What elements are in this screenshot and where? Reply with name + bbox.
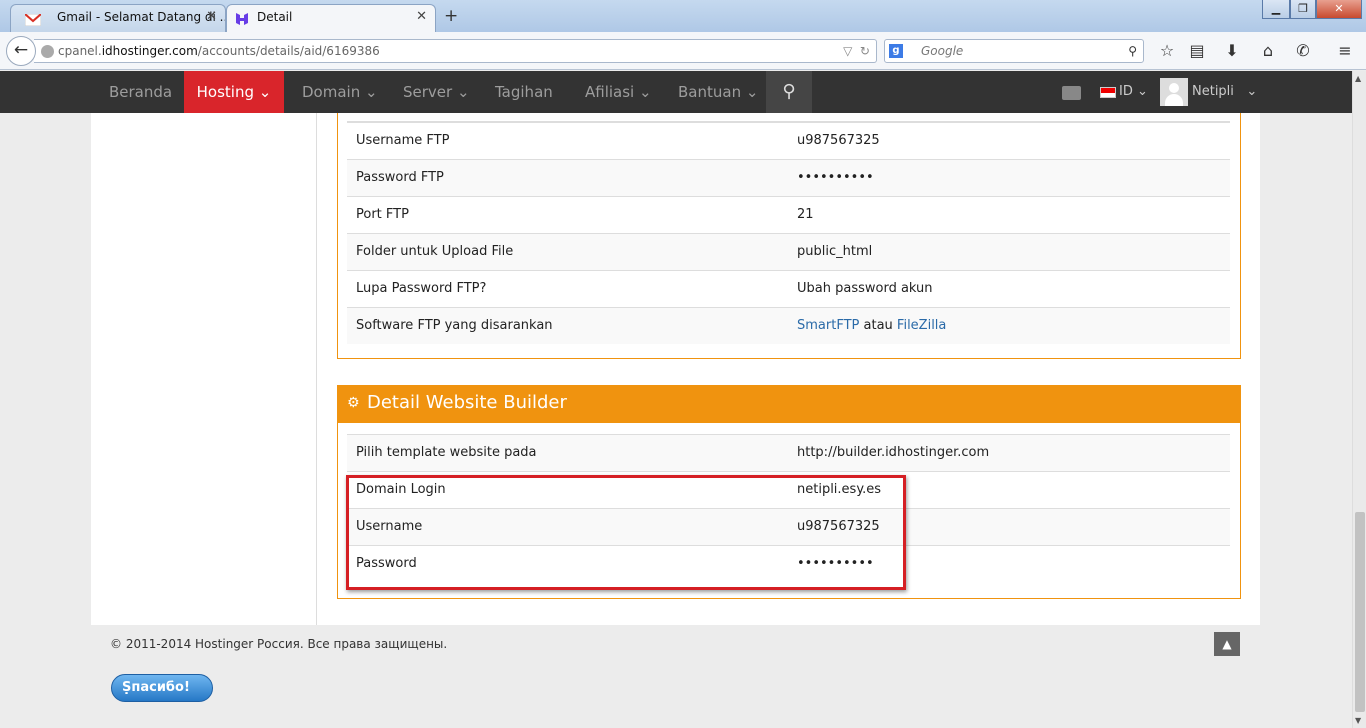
row-label: Lupa Password FTP? (356, 281, 487, 296)
row-label: Pilih template website pada (356, 445, 537, 460)
spasibo-badge[interactable]: Ṣпасибо! (111, 674, 213, 702)
url-domain: idhostinger.com (101, 44, 198, 58)
url-path: /accounts/details/aid/6169386 (197, 44, 380, 58)
row-value: u987567325 (797, 133, 880, 148)
nav-beranda[interactable]: Beranda (109, 71, 172, 113)
filezilla-link[interactable]: FileZilla (897, 318, 946, 333)
table-row: Pilih template website pada http://builde… (347, 434, 1230, 471)
bookmark-star-icon[interactable]: ☆ (1156, 41, 1178, 60)
site-navbar: Beranda Hosting ⌄ Domain ⌄ Server ⌄ Tagi… (0, 71, 1352, 120)
tab-detail[interactable]: Detail ✕ (226, 4, 436, 32)
browser-tab-bar: Gmail - Selamat Datang di ... ✕ Detail ✕… (0, 0, 1366, 32)
minimize-button[interactable]: ▁ (1262, 0, 1290, 19)
table-row: Username FTP u987567325 (347, 122, 1230, 159)
back-button[interactable]: ← (6, 36, 36, 66)
table-row: Password FTP •••••••••• (347, 159, 1230, 196)
search-placeholder: Google (921, 44, 964, 58)
row-value: public_html (797, 244, 873, 259)
scroll-up-icon[interactable]: ▲ (1355, 74, 1361, 83)
chevron-down-icon: ⌄ (639, 83, 652, 101)
nav-label: Tagihan (495, 83, 553, 101)
bookmarks-list-icon[interactable]: ▤ (1186, 41, 1208, 60)
nav-label: Bantuan (678, 83, 742, 101)
table-row: Folder untuk Upload File public_html (347, 233, 1230, 270)
nav-label: Afiliasi (585, 83, 635, 101)
menu-icon[interactable]: ≡ (1334, 41, 1356, 60)
row-value: SmartFTP atau FileZilla (797, 308, 946, 344)
smartftp-link[interactable]: SmartFTP (797, 318, 859, 333)
change-password-link[interactable]: Ubah password akun (797, 271, 933, 307)
globe-icon (41, 45, 54, 58)
mail-icon[interactable] (1062, 86, 1081, 100)
indonesia-flag-icon (1100, 87, 1116, 98)
reload-icon[interactable]: ▽ ↻ (843, 40, 870, 62)
row-value: 21 (797, 207, 814, 222)
nav-afiliasi[interactable]: Afiliasi ⌄ (585, 71, 652, 113)
url-prefix: cpanel. (58, 44, 102, 58)
google-icon: g (889, 44, 903, 58)
nav-tagihan[interactable]: Tagihan (495, 71, 553, 113)
language-selector[interactable]: ID ⌄ (1119, 71, 1148, 113)
search-input[interactable]: g Google ⚲ (884, 39, 1144, 63)
nav-hosting[interactable]: Hosting ⌄ (184, 71, 284, 120)
close-tab-icon[interactable]: ✕ (416, 5, 427, 29)
scroll-down-icon[interactable]: ▼ (1355, 716, 1361, 725)
table-row: Software FTP yang disarankan SmartFTP ata… (347, 307, 1230, 344)
nav-bantuan[interactable]: Bantuan ⌄ (678, 71, 758, 113)
row-value: •••••••••• (797, 170, 874, 185)
new-tab-button[interactable]: + (444, 6, 458, 26)
row-label: Port FTP (356, 207, 409, 222)
tab-title: Gmail - Selamat Datang di ... (57, 10, 226, 24)
close-window-button[interactable]: ✕ (1316, 0, 1362, 19)
nav-label: Domain (302, 83, 361, 101)
panel-title: Detail Website Builder (367, 392, 567, 413)
gmail-icon (24, 10, 42, 27)
highlight-box (346, 475, 906, 590)
chevron-down-icon: ⌄ (365, 83, 378, 101)
gears-icon: ⚙ (347, 395, 360, 411)
table-row: Port FTP 21 (347, 196, 1230, 233)
builder-link[interactable]: http://builder.idhostinger.com (797, 435, 989, 471)
chevron-down-icon: ⌄ (456, 83, 470, 101)
sidebar (91, 113, 317, 625)
search-icon[interactable]: ⚲ (1128, 40, 1137, 62)
footer-copyright: © 2011-2014 Hostinger Россия. Все права … (110, 637, 448, 651)
username-label: Netipli (1192, 84, 1234, 99)
language-label: ID (1119, 84, 1133, 99)
search-icon[interactable]: ⚲ (766, 71, 812, 113)
nav-domain[interactable]: Domain ⌄ (302, 71, 378, 113)
row-label: Password FTP (356, 170, 444, 185)
panel-header: ⚙ Detail Website Builder (337, 385, 1241, 423)
close-tab-icon[interactable]: ✕ (206, 5, 217, 29)
home-icon[interactable]: ⌂ (1257, 41, 1279, 60)
separator-text: atau (863, 318, 893, 333)
row-label: Username FTP (356, 133, 450, 148)
chevron-down-icon: ⌄ (1137, 84, 1148, 99)
scroll-to-top-button[interactable]: ▲ (1214, 632, 1240, 656)
nav-server[interactable]: Server ⌄ (403, 71, 470, 113)
nav-label: Hosting (196, 83, 254, 101)
chevron-down-icon: ⌄ (258, 83, 272, 101)
maximize-button[interactable]: ❐ (1290, 0, 1316, 19)
page-scrollbar[interactable]: ▲ ▼ (1352, 71, 1366, 728)
tab-title: Detail (257, 10, 293, 24)
download-icon[interactable]: ⬇ (1221, 41, 1243, 60)
nav-label: Beranda (109, 83, 173, 101)
nav-label: Server (403, 83, 453, 101)
hostinger-icon (235, 10, 251, 25)
scroll-thumb[interactable] (1355, 512, 1365, 712)
url-bar[interactable]: cpanel.idhostinger.com/accounts/details/… (34, 39, 877, 63)
avatar[interactable] (1160, 78, 1188, 106)
tab-gmail[interactable]: Gmail - Selamat Datang di ... ✕ (10, 4, 226, 32)
browser-nav-bar: cpanel.idhostinger.com/accounts/details/… (0, 32, 1366, 70)
table-row: Lupa Password FTP? Ubah password akun (347, 270, 1230, 307)
row-label: Software FTP yang disarankan (356, 318, 553, 333)
row-label: Folder untuk Upload File (356, 244, 514, 259)
chevron-down-icon: ⌄ (745, 83, 759, 101)
phone-icon[interactable]: ✆ (1292, 41, 1314, 60)
chevron-down-icon: ⌄ (1246, 84, 1258, 99)
user-menu[interactable]: Netipli ⌄ (1192, 71, 1257, 113)
